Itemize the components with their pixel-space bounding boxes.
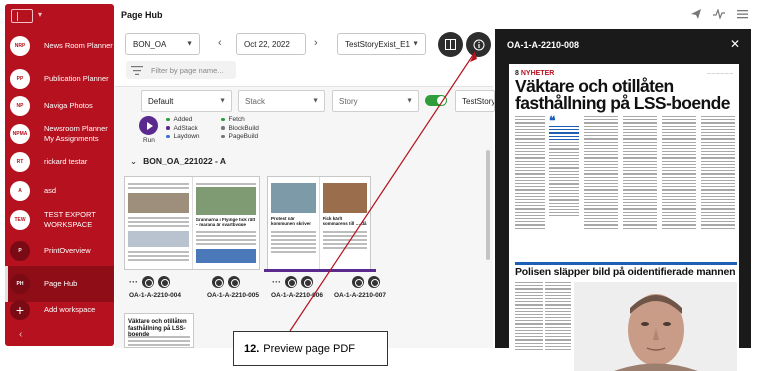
article-column	[623, 116, 657, 231]
portrait-photo	[574, 282, 737, 371]
callout-text: Preview page PDF	[263, 342, 356, 355]
annotation-callout: 12. Preview page PDF	[233, 331, 388, 366]
callout-number: 12.	[244, 342, 260, 355]
article-divider	[515, 262, 737, 265]
pdf-page: 8 NYHETER — — — — — — Väktare och otillå…	[509, 64, 739, 371]
newspaper-headline-2: Polisen släpper bild på oidentifierade m…	[515, 266, 736, 278]
article-column	[584, 116, 618, 231]
close-icon[interactable]: ✕	[730, 37, 740, 51]
article-column	[701, 116, 735, 231]
page-hub-app: NRP News Room Planner PP Publication Pla…	[0, 0, 760, 371]
newspaper-headline: Väktare och otillåten fasthållning på LS…	[515, 76, 730, 113]
preview-title: OA-1-A-2210-008	[507, 40, 580, 50]
pdf-preview-panel: OA-1-A-2210-008 ✕ 8 NYHETER — — — — — — …	[495, 29, 751, 371]
article-column	[515, 116, 545, 231]
newspaper-masthead: — — — — — —	[707, 71, 733, 75]
article-column	[545, 282, 571, 352]
article-quote: ❝	[549, 115, 579, 218]
article-column	[515, 282, 543, 352]
article-column	[662, 116, 696, 231]
